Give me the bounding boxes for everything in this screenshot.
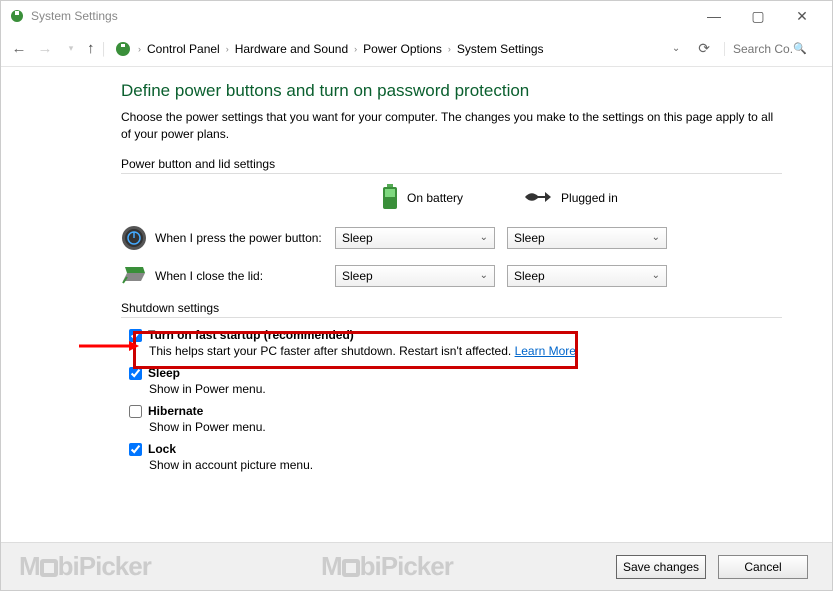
hibernate-checkbox[interactable] xyxy=(129,405,142,418)
power-button-label: When I press the power button: xyxy=(155,231,335,245)
fast-startup-checkbox-label[interactable]: Turn on fast startup (recommended) xyxy=(129,328,782,342)
breadcrumb-item[interactable]: Power Options xyxy=(361,40,444,58)
breadcrumb: › Control Panel › Hardware and Sound › P… xyxy=(138,40,662,58)
hibernate-desc: Show in Power menu. xyxy=(149,420,782,434)
close-button[interactable]: ✕ xyxy=(780,1,824,31)
page-heading: Define power buttons and turn on passwor… xyxy=(121,81,782,101)
forward-button[interactable]: → xyxy=(35,40,55,57)
breadcrumb-item[interactable]: Control Panel xyxy=(145,40,222,58)
fast-startup-desc: This helps start your PC faster after sh… xyxy=(149,344,782,358)
learn-more-link[interactable]: Learn More xyxy=(515,344,576,358)
column-headers: On battery Plugged in xyxy=(381,184,782,213)
recent-dropdown[interactable]: ▾ xyxy=(61,43,81,54)
back-button[interactable]: ← xyxy=(9,40,29,57)
plug-icon xyxy=(523,188,553,209)
lock-checkbox-label[interactable]: Lock xyxy=(129,442,782,456)
page-intro: Choose the power settings that you want … xyxy=(121,109,782,143)
window-title: System Settings xyxy=(31,9,118,23)
on-battery-header: On battery xyxy=(381,184,463,213)
up-button[interactable]: ↑ xyxy=(87,40,95,57)
chevron-right-icon: › xyxy=(138,44,141,54)
power-button-battery-select[interactable]: Sleep⌄ xyxy=(335,227,495,249)
path-dropdown[interactable]: ⌄ xyxy=(668,43,684,54)
sleep-row: Sleep xyxy=(129,366,782,380)
lid-row: When I close the lid: Sleep⌄ Sleep⌄ xyxy=(121,263,782,289)
control-panel-icon xyxy=(114,40,132,58)
save-changes-button[interactable]: Save changes xyxy=(616,555,706,579)
plugged-in-header: Plugged in xyxy=(523,188,618,209)
fast-startup-checkbox[interactable] xyxy=(129,329,142,342)
navbar: ← → ▾ ↑ │ › Control Panel › Hardware and… xyxy=(1,31,832,67)
search-box[interactable]: 🔍 xyxy=(724,42,824,56)
minimize-button[interactable]: — xyxy=(692,1,736,31)
maximize-button[interactable]: ▢ xyxy=(736,1,780,31)
watermark: MbiPicker xyxy=(321,551,453,582)
shutdown-section-label: Shutdown settings xyxy=(121,301,782,318)
nav-separator: │ xyxy=(101,42,109,56)
sleep-desc: Show in Power menu. xyxy=(149,382,782,396)
watermark: MbiPicker xyxy=(19,551,151,582)
lid-icon xyxy=(121,263,147,289)
search-icon: 🔍 xyxy=(793,42,807,55)
chevron-down-icon: ⌄ xyxy=(480,270,488,281)
fast-startup-row: Turn on fast startup (recommended) xyxy=(129,328,782,342)
chevron-right-icon: › xyxy=(226,44,229,54)
power-button-section-label: Power button and lid settings xyxy=(121,157,782,174)
breadcrumb-item[interactable]: Hardware and Sound xyxy=(233,40,350,58)
power-button-plugged-select[interactable]: Sleep⌄ xyxy=(507,227,667,249)
lid-battery-select[interactable]: Sleep⌄ xyxy=(335,265,495,287)
lid-label: When I close the lid: xyxy=(155,269,335,283)
sleep-checkbox-label[interactable]: Sleep xyxy=(129,366,782,380)
app-icon xyxy=(9,8,25,24)
lock-desc: Show in account picture menu. xyxy=(149,458,782,472)
power-button-row: When I press the power button: Sleep⌄ Sl… xyxy=(121,225,782,251)
chevron-right-icon: › xyxy=(354,44,357,54)
sleep-checkbox[interactable] xyxy=(129,367,142,380)
refresh-button[interactable]: ⟳ xyxy=(690,40,718,57)
content: Define power buttons and turn on passwor… xyxy=(1,67,832,494)
hibernate-checkbox-label[interactable]: Hibernate xyxy=(129,404,782,418)
chevron-right-icon: › xyxy=(448,44,451,54)
cancel-button[interactable]: Cancel xyxy=(718,555,808,579)
breadcrumb-item[interactable]: System Settings xyxy=(455,40,546,58)
lid-plugged-select[interactable]: Sleep⌄ xyxy=(507,265,667,287)
chevron-down-icon: ⌄ xyxy=(652,270,660,281)
power-button-icon xyxy=(121,225,147,251)
titlebar: System Settings — ▢ ✕ xyxy=(1,1,832,31)
lock-checkbox[interactable] xyxy=(129,443,142,456)
lock-row: Lock xyxy=(129,442,782,456)
chevron-down-icon: ⌄ xyxy=(652,232,660,243)
chevron-down-icon: ⌄ xyxy=(480,232,488,243)
hibernate-row: Hibernate xyxy=(129,404,782,418)
battery-icon xyxy=(381,184,399,213)
search-input[interactable] xyxy=(733,42,793,56)
